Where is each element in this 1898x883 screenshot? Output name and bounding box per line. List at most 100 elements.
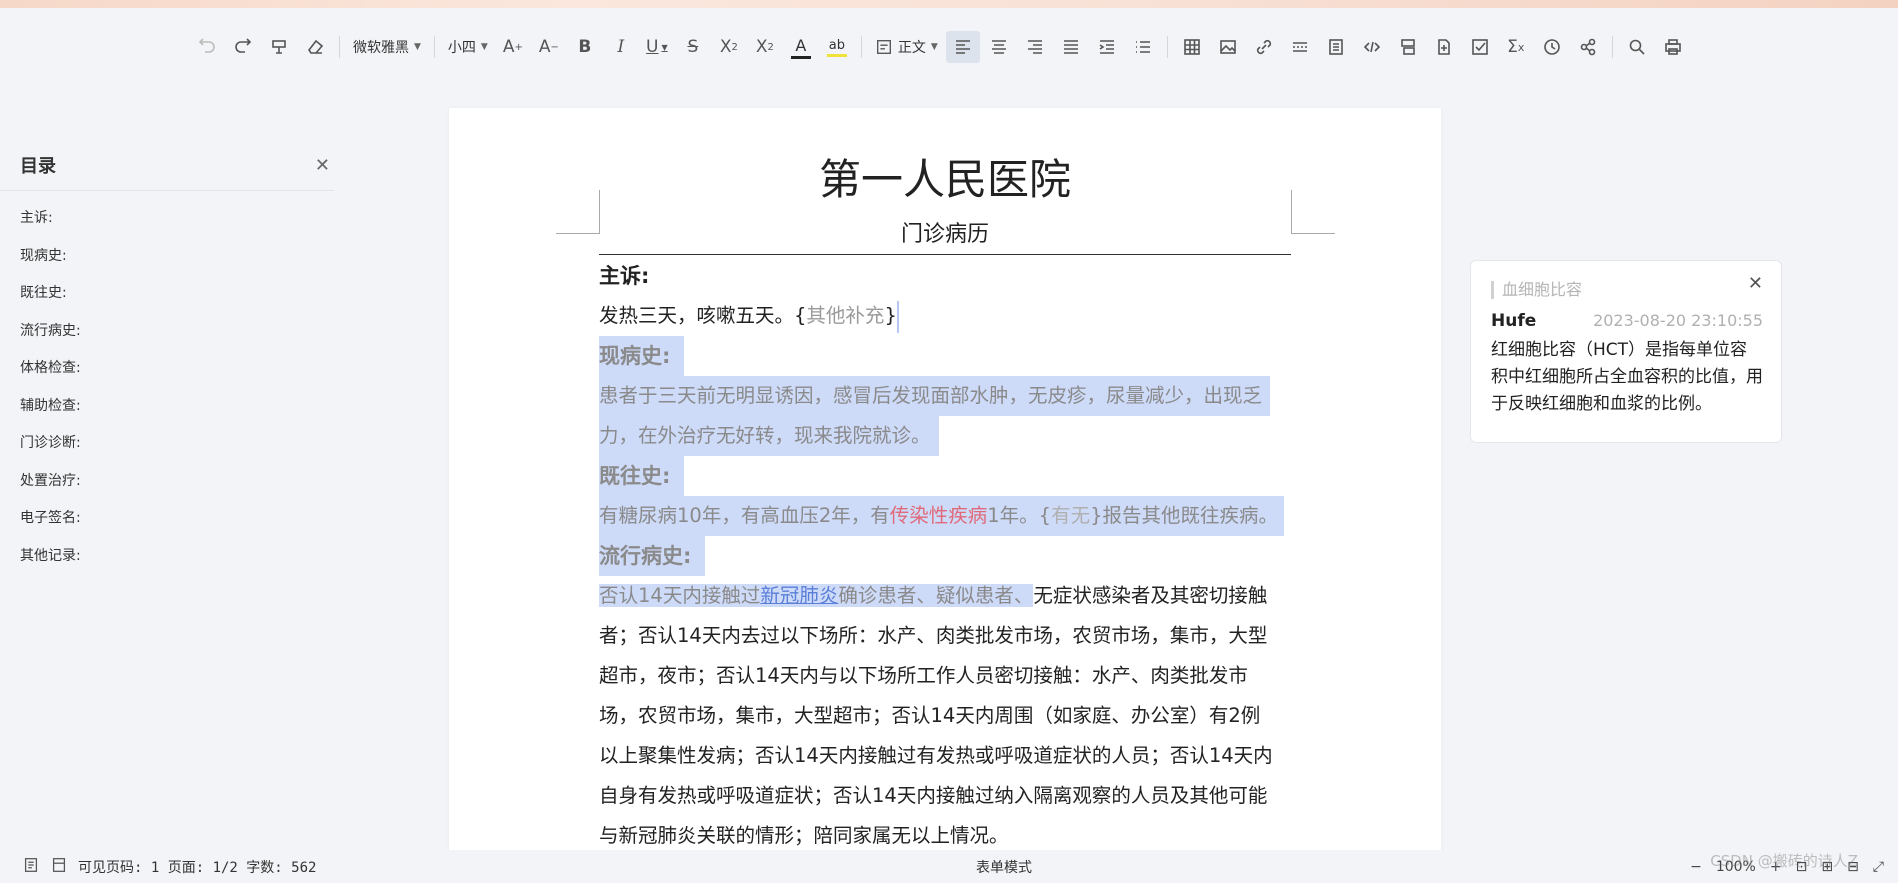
date-icon[interactable]: [1535, 31, 1569, 63]
separator: [1611, 36, 1613, 58]
font-family-select[interactable]: 微软雅黑 ▼: [347, 31, 427, 63]
margin-corner-mark: [1291, 190, 1335, 234]
print-icon[interactable]: [1656, 31, 1690, 63]
epidemic-text: 确诊患者、疑似患者、: [838, 584, 1034, 607]
comment-card[interactable]: ✕ 血细胞比容 Hufe 2023-08-20 23:10:55 红细胞比容（H…: [1470, 260, 1782, 443]
toc-item[interactable]: 流行病史:: [20, 322, 340, 360]
page-view-icon[interactable]: [50, 856, 68, 878]
toc-item[interactable]: 体格检查:: [20, 359, 340, 397]
epidemic-history-line[interactable]: 者；否认14天内去过以下场所：水产、肉类批发市场，农贸市场，集市，大型: [599, 616, 1291, 656]
control-icon[interactable]: [1571, 31, 1605, 63]
text-cursor: [896, 300, 899, 333]
toc-item[interactable]: 主诉:: [20, 209, 340, 247]
align-center-icon[interactable]: [982, 31, 1016, 63]
section-heading-chief-complaint: 主诉:: [599, 264, 650, 288]
font-size-select[interactable]: 小四 ▼: [442, 31, 494, 63]
undo-icon[interactable]: [190, 31, 224, 63]
form-mode-label[interactable]: 表单模式: [976, 857, 1032, 877]
present-illness-line[interactable]: 力，在外治疗无好转，现来我院就诊。: [599, 416, 939, 456]
fullscreen-icon[interactable]: ⤢: [1873, 859, 1884, 875]
yes-no-placeholder-field[interactable]: 有无: [1051, 504, 1090, 527]
present-illness-line[interactable]: 患者于三天前无明显诱因，感冒后发现面部水肿，无皮疹，尿量减少，出现乏: [599, 376, 1271, 416]
epidemic-text: 无症状感染者及其密切接触: [1033, 584, 1268, 607]
epidemic-text: 否认14天内接触过: [599, 584, 761, 607]
highlight-icon[interactable]: ab: [820, 31, 854, 63]
document-title: 第一人民医院: [818, 155, 1071, 204]
epidemic-text-selected: 否认14天内接触过新冠肺炎确诊患者、疑似患者、: [599, 584, 1034, 607]
supplement-placeholder-field[interactable]: 其他补充: [806, 304, 884, 327]
section-heading-epidemic-history: 流行病史:: [599, 536, 706, 576]
image-icon[interactable]: [1211, 31, 1245, 63]
toc-item[interactable]: 辅助检查:: [20, 397, 340, 435]
strikethrough-icon[interactable]: S: [676, 31, 710, 63]
formula-icon[interactable]: Σx: [1499, 31, 1533, 63]
toc-list: 主诉: 现病史: 既往史: 流行病史: 体格检查: 辅助检查: 门诊诊断: 处置…: [0, 191, 340, 584]
toc-item[interactable]: 门诊诊断:: [20, 434, 340, 472]
document-page[interactable]: 第一人民医院 门诊病历 主诉: 发热三天，咳嗽五天。{其他补充} 现病史: 患者…: [449, 108, 1441, 883]
covid-link[interactable]: 新冠肺炎: [760, 584, 838, 607]
infectious-disease-term[interactable]: 传染性疾病: [890, 504, 988, 527]
italic-icon[interactable]: I: [604, 31, 638, 63]
underline-icon[interactable]: U ▼: [640, 31, 674, 63]
status-bar: 可见页码: 1 页面: 1/2 字数: 562 表单模式 − 100% + ⊡ …: [0, 850, 1898, 883]
epidemic-history-line[interactable]: 自身有发热或呼吸道症状；否认14天内接触过纳入隔离观察的人员及其他可能: [599, 776, 1291, 816]
epidemic-history-line[interactable]: 否认14天内接触过新冠肺炎确诊患者、疑似患者、无症状感染者及其密切接触: [599, 576, 1291, 616]
toc-panel: 目录 ✕ 主诉: 现病史: 既往史: 流行病史: 体格检查: 辅助检查: 门诊诊…: [0, 140, 340, 584]
past-history-text: 1年。{: [987, 504, 1052, 527]
bold-icon[interactable]: B: [568, 31, 602, 63]
checkbox-icon[interactable]: [1463, 31, 1497, 63]
font-family-value: 微软雅黑: [353, 40, 409, 56]
decrease-font-icon[interactable]: A −: [532, 31, 566, 63]
close-icon[interactable]: ✕: [1748, 273, 1763, 294]
toc-item[interactable]: 其他记录:: [20, 547, 340, 585]
field-bracket: }: [884, 304, 897, 327]
font-color-icon[interactable]: A: [784, 31, 818, 63]
new-page-icon[interactable]: [1427, 31, 1461, 63]
justify-icon[interactable]: [1054, 31, 1088, 63]
zoom-out-icon[interactable]: −: [1690, 859, 1702, 875]
margin-corner-mark: [556, 190, 600, 234]
toc-item[interactable]: 既往史:: [20, 284, 340, 322]
past-history-line[interactable]: 有糖尿病10年，有高血压2年，有传染性疾病1年。{有无}报告其他既往疾病。: [599, 496, 1285, 536]
eraser-icon[interactable]: [298, 31, 332, 63]
toc-item[interactable]: 电子签名:: [20, 509, 340, 547]
past-history-text: 有糖尿病10年，有高血压2年，有: [599, 504, 890, 527]
document-outline-icon[interactable]: [22, 856, 40, 878]
redo-icon[interactable]: [226, 31, 260, 63]
chief-complaint-line[interactable]: 发热三天，咳嗽五天。{其他补充}: [599, 296, 1291, 336]
watermark: CSDN @搬砖的诗人Z: [1710, 852, 1858, 870]
indent-icon[interactable]: [1090, 31, 1124, 63]
search-icon[interactable]: [1620, 31, 1654, 63]
table-icon[interactable]: [1175, 31, 1209, 63]
separator-icon[interactable]: [1283, 31, 1317, 63]
epidemic-history-line[interactable]: 超市，夜市；否认14天内与以下场所工作人员密切接触：水产、肉类批发市: [599, 656, 1291, 696]
chevron-down-icon: ▼: [414, 42, 421, 52]
font-size-value: 小四: [447, 40, 476, 56]
superscript-icon[interactable]: X2: [712, 31, 746, 63]
paragraph-style-select[interactable]: 正文 ▼: [869, 31, 944, 63]
document-body[interactable]: 主诉: 发热三天，咳嗽五天。{其他补充} 现病史: 患者于三天前无明显诱因，感冒…: [599, 256, 1291, 856]
code-icon[interactable]: [1355, 31, 1389, 63]
chevron-down-icon: ▼: [480, 42, 488, 52]
separator: [1166, 36, 1168, 58]
toc-title: 目录: [20, 156, 56, 177]
increase-font-icon[interactable]: A +: [496, 31, 530, 63]
toc-item[interactable]: 处置治疗:: [20, 472, 340, 510]
print-layout-icon[interactable]: [1391, 31, 1425, 63]
align-right-icon[interactable]: [1018, 31, 1052, 63]
page-break-icon[interactable]: [1319, 31, 1353, 63]
format-painter-icon[interactable]: [262, 31, 296, 63]
comment-body: 红细胞比容（HCT）是指每单位容积中红细胞所占全血容积的比值，用于反映红细胞和血…: [1491, 340, 1763, 414]
list-icon[interactable]: [1126, 31, 1160, 63]
paragraph-style-value: 正文: [897, 40, 926, 56]
toc-item[interactable]: 现病史:: [20, 247, 340, 285]
epidemic-history-line[interactable]: 场，农贸市场，集市，大型超市；否认14天内周围（如家庭、办公室）有2例: [599, 696, 1291, 736]
subscript-icon[interactable]: X2: [748, 31, 782, 63]
comment-meta: Hufe 2023-08-20 23:10:55: [1491, 311, 1763, 331]
link-icon[interactable]: [1247, 31, 1281, 63]
align-left-icon[interactable]: [945, 31, 980, 63]
close-icon[interactable]: ✕: [315, 155, 330, 176]
chief-complaint-text: 发热三天，咳嗽五天。{: [599, 304, 807, 327]
chevron-down-icon: ▼: [930, 42, 938, 52]
epidemic-history-line[interactable]: 以上聚集性发病；否认14天内接触过有发热或呼吸道症状的人员；否认14天内: [599, 736, 1291, 776]
